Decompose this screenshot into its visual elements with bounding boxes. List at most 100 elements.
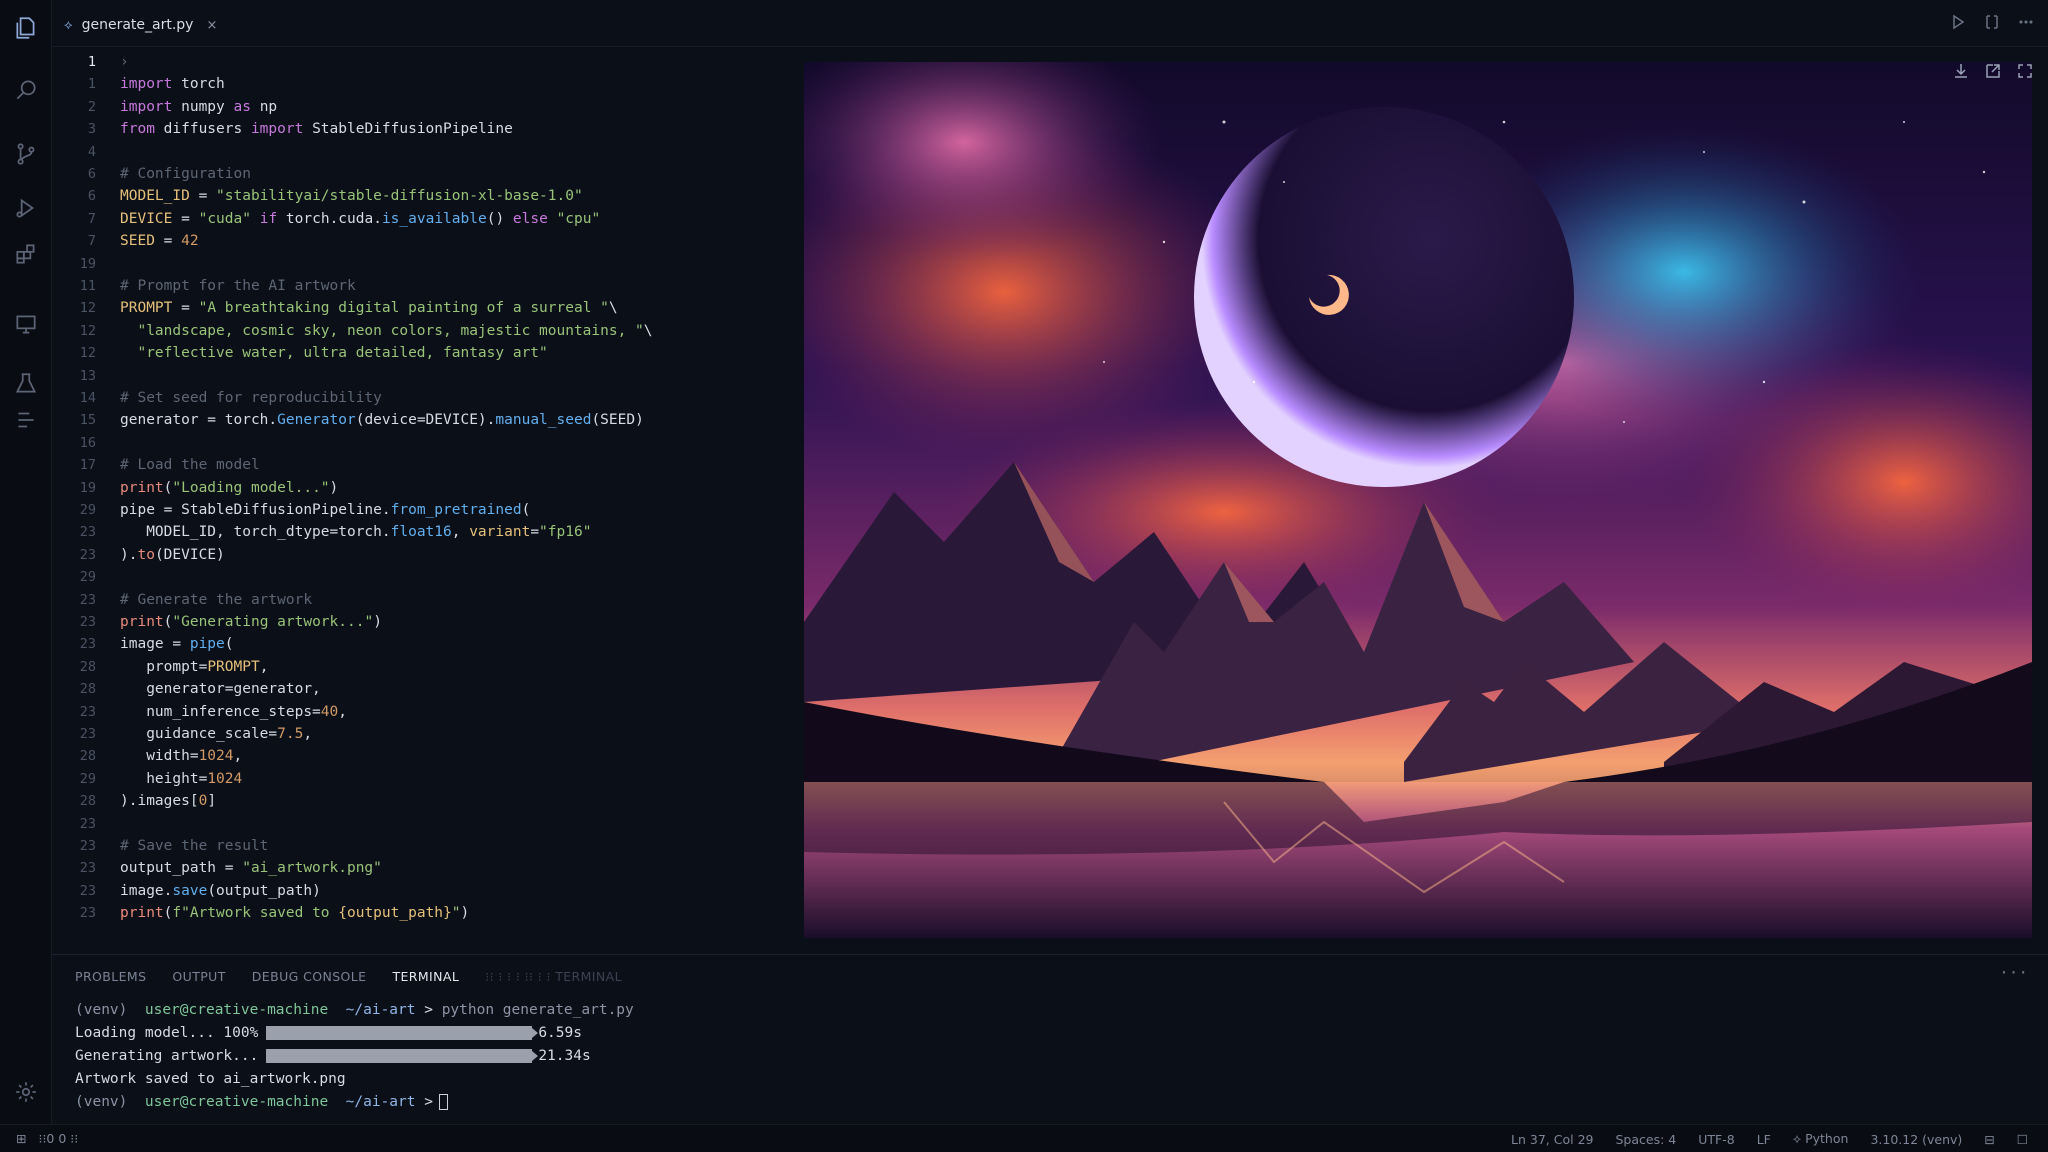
ports-icon[interactable] (12, 406, 40, 434)
source-control-icon[interactable] (12, 140, 40, 168)
panel-more-icon[interactable]: ··· (1999, 963, 2028, 982)
tab-output[interactable]: OUTPUT (172, 969, 225, 984)
code-line[interactable]: 28 generator=generator, (52, 678, 321, 700)
code-line[interactable]: 6 # Configuration (52, 163, 251, 185)
code-line[interactable]: 12 "landscape, cosmic sky, neon colors, … (52, 320, 653, 342)
line-number: 23 (79, 614, 96, 630)
python-interpreter[interactable]: 3.10.12 (venv) (1870, 1132, 1962, 1147)
code-line[interactable]: 12 "reflective water, ultra detailed, fa… (52, 342, 548, 364)
code-line[interactable]: 19 (52, 253, 120, 275)
code-line[interactable]: 17 # Load the model (52, 454, 260, 476)
code-line[interactable]: 23 # Generate the artwork (52, 589, 312, 611)
tab-terminal[interactable]: TERMINAL (392, 969, 459, 984)
code-line[interactable]: 23 output_path = "ai_artwork.png" (52, 857, 382, 879)
generating-time: 21.34s (538, 1048, 591, 1064)
code-line[interactable]: 28 prompt=PROMPT, (52, 656, 269, 678)
line-number: 23 (79, 703, 96, 720)
tab-debug-console[interactable]: DEBUG CONSOLE (252, 969, 367, 984)
line-number: 23 (79, 546, 96, 563)
run-debug-icon[interactable] (12, 194, 40, 222)
venv-label: (venv) (75, 1002, 128, 1018)
code-line[interactable]: 19 print("Loading model...") (52, 477, 339, 499)
code-line[interactable]: 23 # Save the result (52, 835, 269, 857)
code-line[interactable]: 3 from diffusers import StableDiffusionPi… (52, 118, 513, 140)
code-line[interactable]: 29 height=1024 (52, 768, 243, 790)
line-number: 7 (87, 233, 96, 250)
end-of-line[interactable]: LF (1757, 1132, 1771, 1147)
open-external-icon[interactable] (1984, 62, 2002, 80)
search-icon[interactable] (12, 76, 40, 104)
terminal-line-prompt[interactable]: (venv) user@creative-machine ~/ai-art > (75, 1091, 448, 1113)
download-icon[interactable] (1952, 62, 1970, 80)
code-line[interactable]: 1 › (52, 51, 129, 73)
code-text: # Set seed for reproducibility (120, 390, 382, 406)
code-line[interactable]: 23 MODEL_ID, torch_dtype=torch.float16, … (52, 521, 592, 543)
code-line[interactable]: 7 SEED = 42 (52, 230, 199, 252)
code-line[interactable]: 23 print("Generating artwork...") (52, 611, 382, 633)
code-line[interactable]: 4 (52, 141, 120, 163)
code-line[interactable]: 13 (52, 365, 120, 387)
code-line[interactable]: 23).to(DEVICE) (52, 544, 225, 566)
code-line[interactable]: 23 (52, 813, 120, 835)
terminal-cursor[interactable] (438, 1094, 448, 1110)
status-problems[interactable]: ⁝⁝0 0 ⁝⁝ (38, 1131, 78, 1146)
remote-explorer-icon[interactable] (12, 310, 40, 338)
code-text: # Save the result (120, 838, 269, 854)
code-line[interactable]: 23 num_inference_steps=40, (52, 701, 347, 723)
image-preview (804, 62, 2032, 938)
code-line[interactable]: 1 import torch (52, 73, 225, 95)
encoding[interactable]: UTF-8 (1698, 1132, 1734, 1147)
terminal-user: user@creative-machine (144, 1094, 329, 1110)
code-line[interactable]: 2 import numpy as np (52, 96, 277, 118)
code-line[interactable]: 23 print(f"Artwork saved to {output_path}… (52, 902, 470, 924)
line-number: 28 (79, 658, 96, 675)
extensions-icon[interactable] (12, 240, 40, 268)
code-line[interactable]: 23 guidance_scale=7.5, (52, 723, 312, 745)
cursor-position[interactable]: Ln 37, Col 29 (1511, 1132, 1593, 1147)
notifications-icon[interactable]: ⊟ (1984, 1132, 1994, 1147)
code-text: from diffusers import StableDiffusionPip… (120, 121, 513, 138)
code-editor[interactable]: 1 › 1 import torch 2 import numpy as np 3 from … (52, 47, 792, 954)
code-line[interactable]: 29 (52, 566, 120, 588)
line-number: 23 (79, 815, 96, 832)
code-text: SEED = 42 (120, 233, 199, 250)
remote-indicator-icon[interactable]: ⊞ (16, 1131, 26, 1146)
code-line[interactable]: 29 pipe = StableDiffusionPipeline.from_pr… (52, 499, 531, 521)
terminal-prompt: > (424, 1002, 433, 1018)
run-file-icon[interactable] (1950, 14, 1966, 30)
settings-gear-icon[interactable] (12, 1078, 40, 1106)
code-line[interactable]: 28).images[0] (52, 790, 216, 812)
python-file-icon: ⟡ (64, 17, 73, 33)
code-line[interactable]: 7 DEVICE = "cuda" if torch.cuda.is_availa… (52, 208, 600, 230)
tab-generate-art[interactable]: ⟡ generate_art.py × (64, 10, 217, 40)
code-line[interactable]: 14 # Set seed for reproducibility (52, 387, 382, 409)
code-text: image = pipe( (120, 636, 234, 653)
more-actions-icon[interactable] (2018, 14, 2034, 30)
code-line[interactable]: 23 image = pipe( (52, 633, 234, 655)
terminal-line-command: (venv) user@creative-machine ~/ai-art > … (75, 999, 634, 1021)
status-bar: ⊞ ⁝⁝0 0 ⁝⁝ Ln 37, Col 29 Spaces: 4 UTF-8… (0, 1124, 2048, 1152)
line-number: 29 (79, 502, 96, 518)
generating-progress-bar (266, 1049, 539, 1063)
language-mode[interactable]: ⟡ Python (1793, 1131, 1849, 1147)
explorer-icon[interactable] (12, 14, 40, 42)
code-line[interactable]: 23 image.save(output_path) (52, 880, 321, 902)
python-icon: ⟡ (1792, 1131, 1806, 1146)
testing-icon[interactable] (12, 370, 40, 398)
indentation[interactable]: Spaces: 4 (1615, 1132, 1676, 1147)
code-line[interactable]: 12 PROMPT = "A breathtaking digital paint… (52, 297, 618, 319)
tab-problems[interactable]: PROBLEMS (75, 969, 146, 984)
split-editor-icon[interactable] (1984, 14, 2000, 30)
code-line[interactable]: 11 # Prompt for the AI artwork (52, 275, 356, 297)
code-line[interactable]: 16 (52, 432, 120, 454)
feedback-icon[interactable]: ☐ (2017, 1132, 2028, 1147)
code-text: PROMPT = "A breathtaking digital paintin… (120, 300, 618, 317)
code-line[interactable]: 28 width=1024, (52, 745, 243, 767)
code-text: generator = torch.Generator(device=DEVIC… (120, 412, 644, 429)
terminal-command: python generate_art.py (441, 1002, 634, 1018)
code-line[interactable]: 6 MODEL_ID = "stabilityai/stable-diffusio… (52, 185, 583, 207)
close-tab-icon[interactable]: × (206, 18, 217, 33)
line-number: 23 (79, 591, 96, 608)
fullscreen-icon[interactable] (2016, 62, 2034, 80)
code-line[interactable]: 15 generator = torch.Generator(device=DEV… (52, 409, 644, 431)
